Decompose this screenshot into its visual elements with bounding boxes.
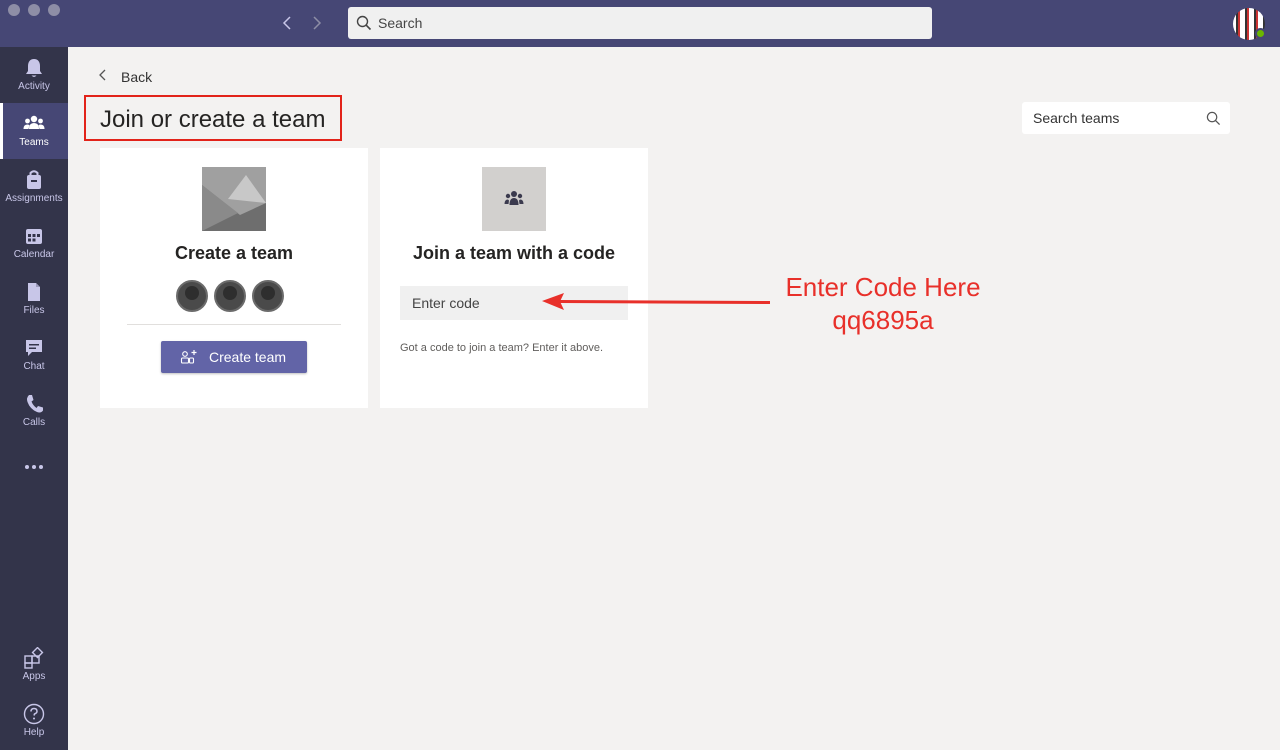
sidebar-item-chat[interactable]: Chat xyxy=(0,327,68,383)
chevron-left-icon xyxy=(99,69,106,81)
help-icon xyxy=(23,703,45,725)
global-search-input[interactable]: Search xyxy=(348,7,932,39)
search-icon xyxy=(356,15,372,31)
add-team-icon xyxy=(180,350,197,364)
search-teams-field[interactable] xyxy=(1022,102,1230,134)
sidebar-item-label: Files xyxy=(23,305,45,316)
file-icon xyxy=(28,283,40,301)
ellipsis-icon xyxy=(25,465,43,469)
close-window-button[interactable] xyxy=(8,4,20,16)
annotation-text-line1: Enter Code Here xyxy=(785,272,981,302)
calendar-icon xyxy=(26,229,42,244)
more-apps-button[interactable] xyxy=(0,439,68,495)
global-search-placeholder: Search xyxy=(378,15,423,31)
assignments-icon xyxy=(27,170,41,189)
presence-status-badge xyxy=(1255,28,1266,39)
create-team-button[interactable]: Create team xyxy=(161,341,307,373)
sidebar-item-label: Help xyxy=(23,727,45,738)
sidebar-item-files[interactable]: Files xyxy=(0,271,68,327)
sidebar-item-label: Assignments xyxy=(5,193,63,204)
back-arrow-icon[interactable] xyxy=(278,13,298,33)
member-avatar xyxy=(176,280,208,312)
apps-icon xyxy=(24,647,44,669)
search-teams-input[interactable] xyxy=(1022,102,1202,134)
bell-icon xyxy=(26,59,42,77)
member-avatar xyxy=(214,280,246,312)
divider xyxy=(127,324,341,325)
sidebar-item-activity[interactable]: Activity xyxy=(0,47,68,103)
search-icon[interactable] xyxy=(1206,111,1221,126)
chat-icon xyxy=(26,340,42,356)
join-code-hint: Got a code to join a team? Enter it abov… xyxy=(400,342,604,354)
sidebar-item-calendar[interactable]: Calendar xyxy=(0,215,68,271)
teams-icon xyxy=(23,115,45,129)
member-avatar xyxy=(252,280,284,312)
teams-group-icon xyxy=(482,167,546,231)
sidebar-item-label: Teams xyxy=(19,137,49,148)
title-bar: Search xyxy=(0,0,1280,47)
phone-icon xyxy=(27,395,43,413)
create-team-button-label: Create team xyxy=(209,349,287,365)
sidebar-item-teams[interactable]: Teams xyxy=(0,103,68,159)
annotation-arrow-icon xyxy=(542,293,771,310)
create-team-card: Create a team Create team xyxy=(100,148,368,408)
sidebar-item-label: Apps xyxy=(22,671,46,682)
sidebar-item-help[interactable]: Help xyxy=(0,693,68,749)
back-label: Back xyxy=(121,69,153,85)
page-title-highlight: Join or create a team xyxy=(84,95,342,141)
forward-arrow-icon[interactable] xyxy=(306,13,326,33)
sidebar-item-assignments[interactable]: Assignments xyxy=(0,159,68,215)
zoom-window-button[interactable] xyxy=(48,4,60,16)
sidebar-item-calls[interactable]: Calls xyxy=(0,383,68,439)
annotation-text-line2: qq6895a xyxy=(832,305,934,335)
sidebar-item-label: Activity xyxy=(18,81,50,92)
create-team-title: Create a team xyxy=(174,243,294,263)
app-bar: Activity Teams Assignments Calendar File… xyxy=(0,47,68,750)
join-team-title: Join a team with a code xyxy=(412,243,616,263)
page-title: Join or create a team xyxy=(100,106,326,133)
sidebar-item-label: Calendar xyxy=(13,249,55,260)
sidebar-item-label: Calls xyxy=(22,417,46,428)
team-placeholder-image-icon xyxy=(202,167,266,231)
join-team-card: Join a team with a code Got a code to jo… xyxy=(380,148,648,408)
sidebar-item-apps[interactable]: Apps xyxy=(0,637,68,693)
sidebar-item-label: Chat xyxy=(23,361,45,372)
minimize-window-button[interactable] xyxy=(28,4,40,16)
